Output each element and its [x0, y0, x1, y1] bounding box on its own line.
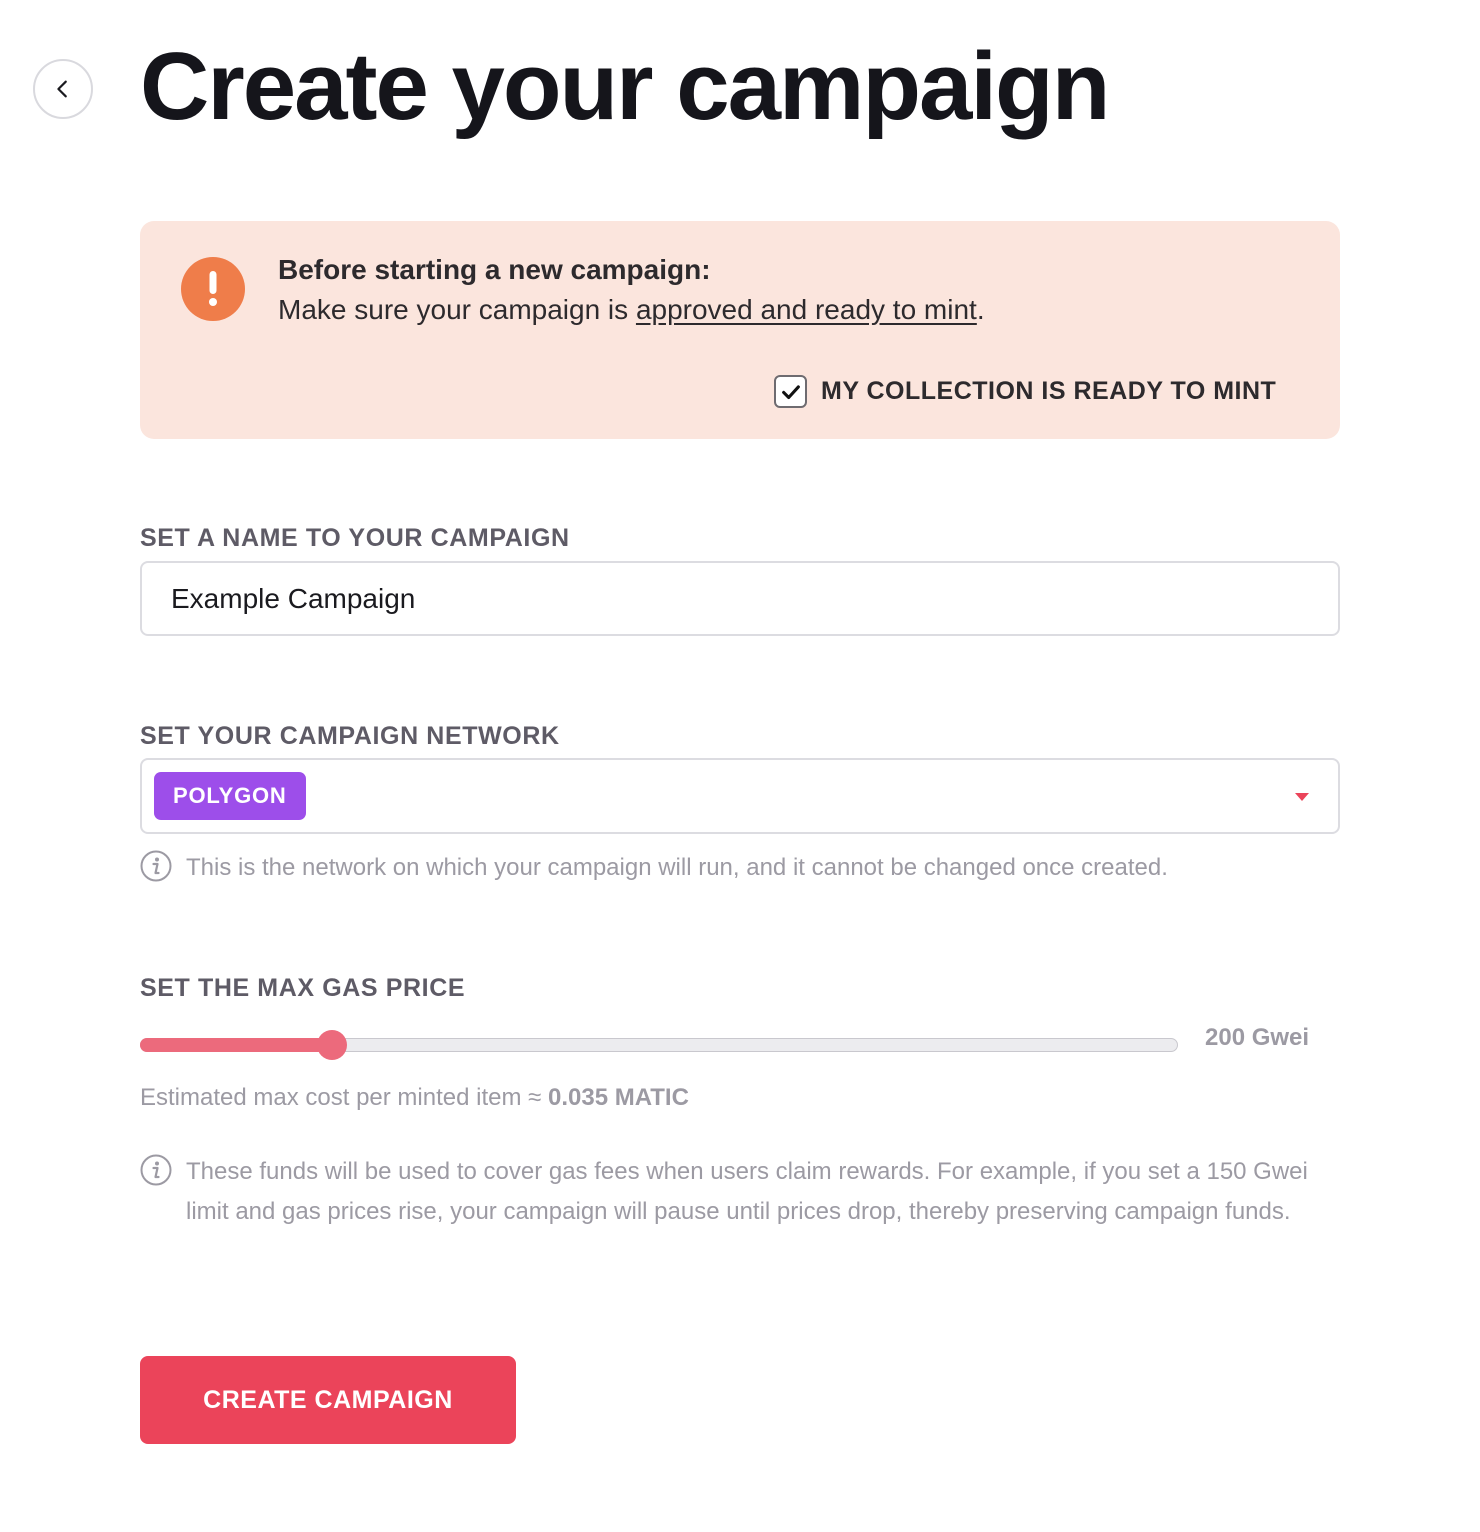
warning-text-prefix: Make sure your campaign is: [278, 294, 636, 325]
gas-info-text: These funds will be used to cover gas fe…: [186, 1158, 1308, 1225]
approval-link[interactable]: approved and ready to mint: [636, 294, 977, 325]
network-tag: POLYGON: [154, 772, 306, 820]
back-button[interactable]: [33, 59, 93, 119]
info-icon: [140, 1154, 172, 1186]
warning-text-suffix: .: [976, 294, 985, 325]
warning-banner: Before starting a new campaign: Make sur…: [140, 221, 1340, 439]
create-campaign-button[interactable]: CREATE CAMPAIGN: [140, 1356, 516, 1444]
network-info: This is the network on which your campai…: [140, 848, 1340, 888]
gas-price-slider[interactable]: [140, 1030, 1178, 1060]
info-icon: [140, 850, 172, 882]
caret-down-icon: [1295, 793, 1309, 801]
network-info-text: This is the network on which your campai…: [186, 854, 1168, 881]
ready-to-mint-checkbox[interactable]: MY COLLECTION IS READY TO MINT: [774, 375, 1276, 408]
estimated-cost: Estimated max cost per minted item ≈ 0.0…: [140, 1082, 689, 1114]
exclamation-icon: [181, 257, 245, 321]
ready-to-mint-label[interactable]: MY COLLECTION IS READY TO MINT: [821, 377, 1276, 406]
network-label: SET YOUR CAMPAIGN NETWORK: [140, 722, 560, 750]
warning-title: Before starting a new campaign:: [278, 254, 711, 285]
estimate-value: 0.035 MATIC: [547, 1084, 689, 1111]
slider-fill: [140, 1038, 332, 1052]
network-select[interactable]: POLYGON: [140, 758, 1340, 834]
chevron-left-icon: [57, 80, 67, 98]
gas-info: These funds will be used to cover gas fe…: [140, 1152, 1320, 1232]
gas-price-label: SET THE MAX GAS PRICE: [140, 974, 466, 1002]
estimate-prefix: Estimated max cost per minted item ≈: [140, 1084, 548, 1111]
slider-thumb[interactable]: [317, 1030, 347, 1060]
warning-text: Make sure your campaign is approved and …: [278, 292, 985, 328]
checkmark-icon: [781, 384, 800, 399]
checkbox-box[interactable]: [774, 375, 807, 408]
campaign-name-input[interactable]: [140, 561, 1340, 636]
page-title: Create your campaign: [140, 33, 1110, 140]
campaign-name-label: SET A NAME TO YOUR CAMPAIGN: [140, 524, 570, 552]
gas-price-value: 200 Gwei: [1205, 1024, 1310, 1051]
